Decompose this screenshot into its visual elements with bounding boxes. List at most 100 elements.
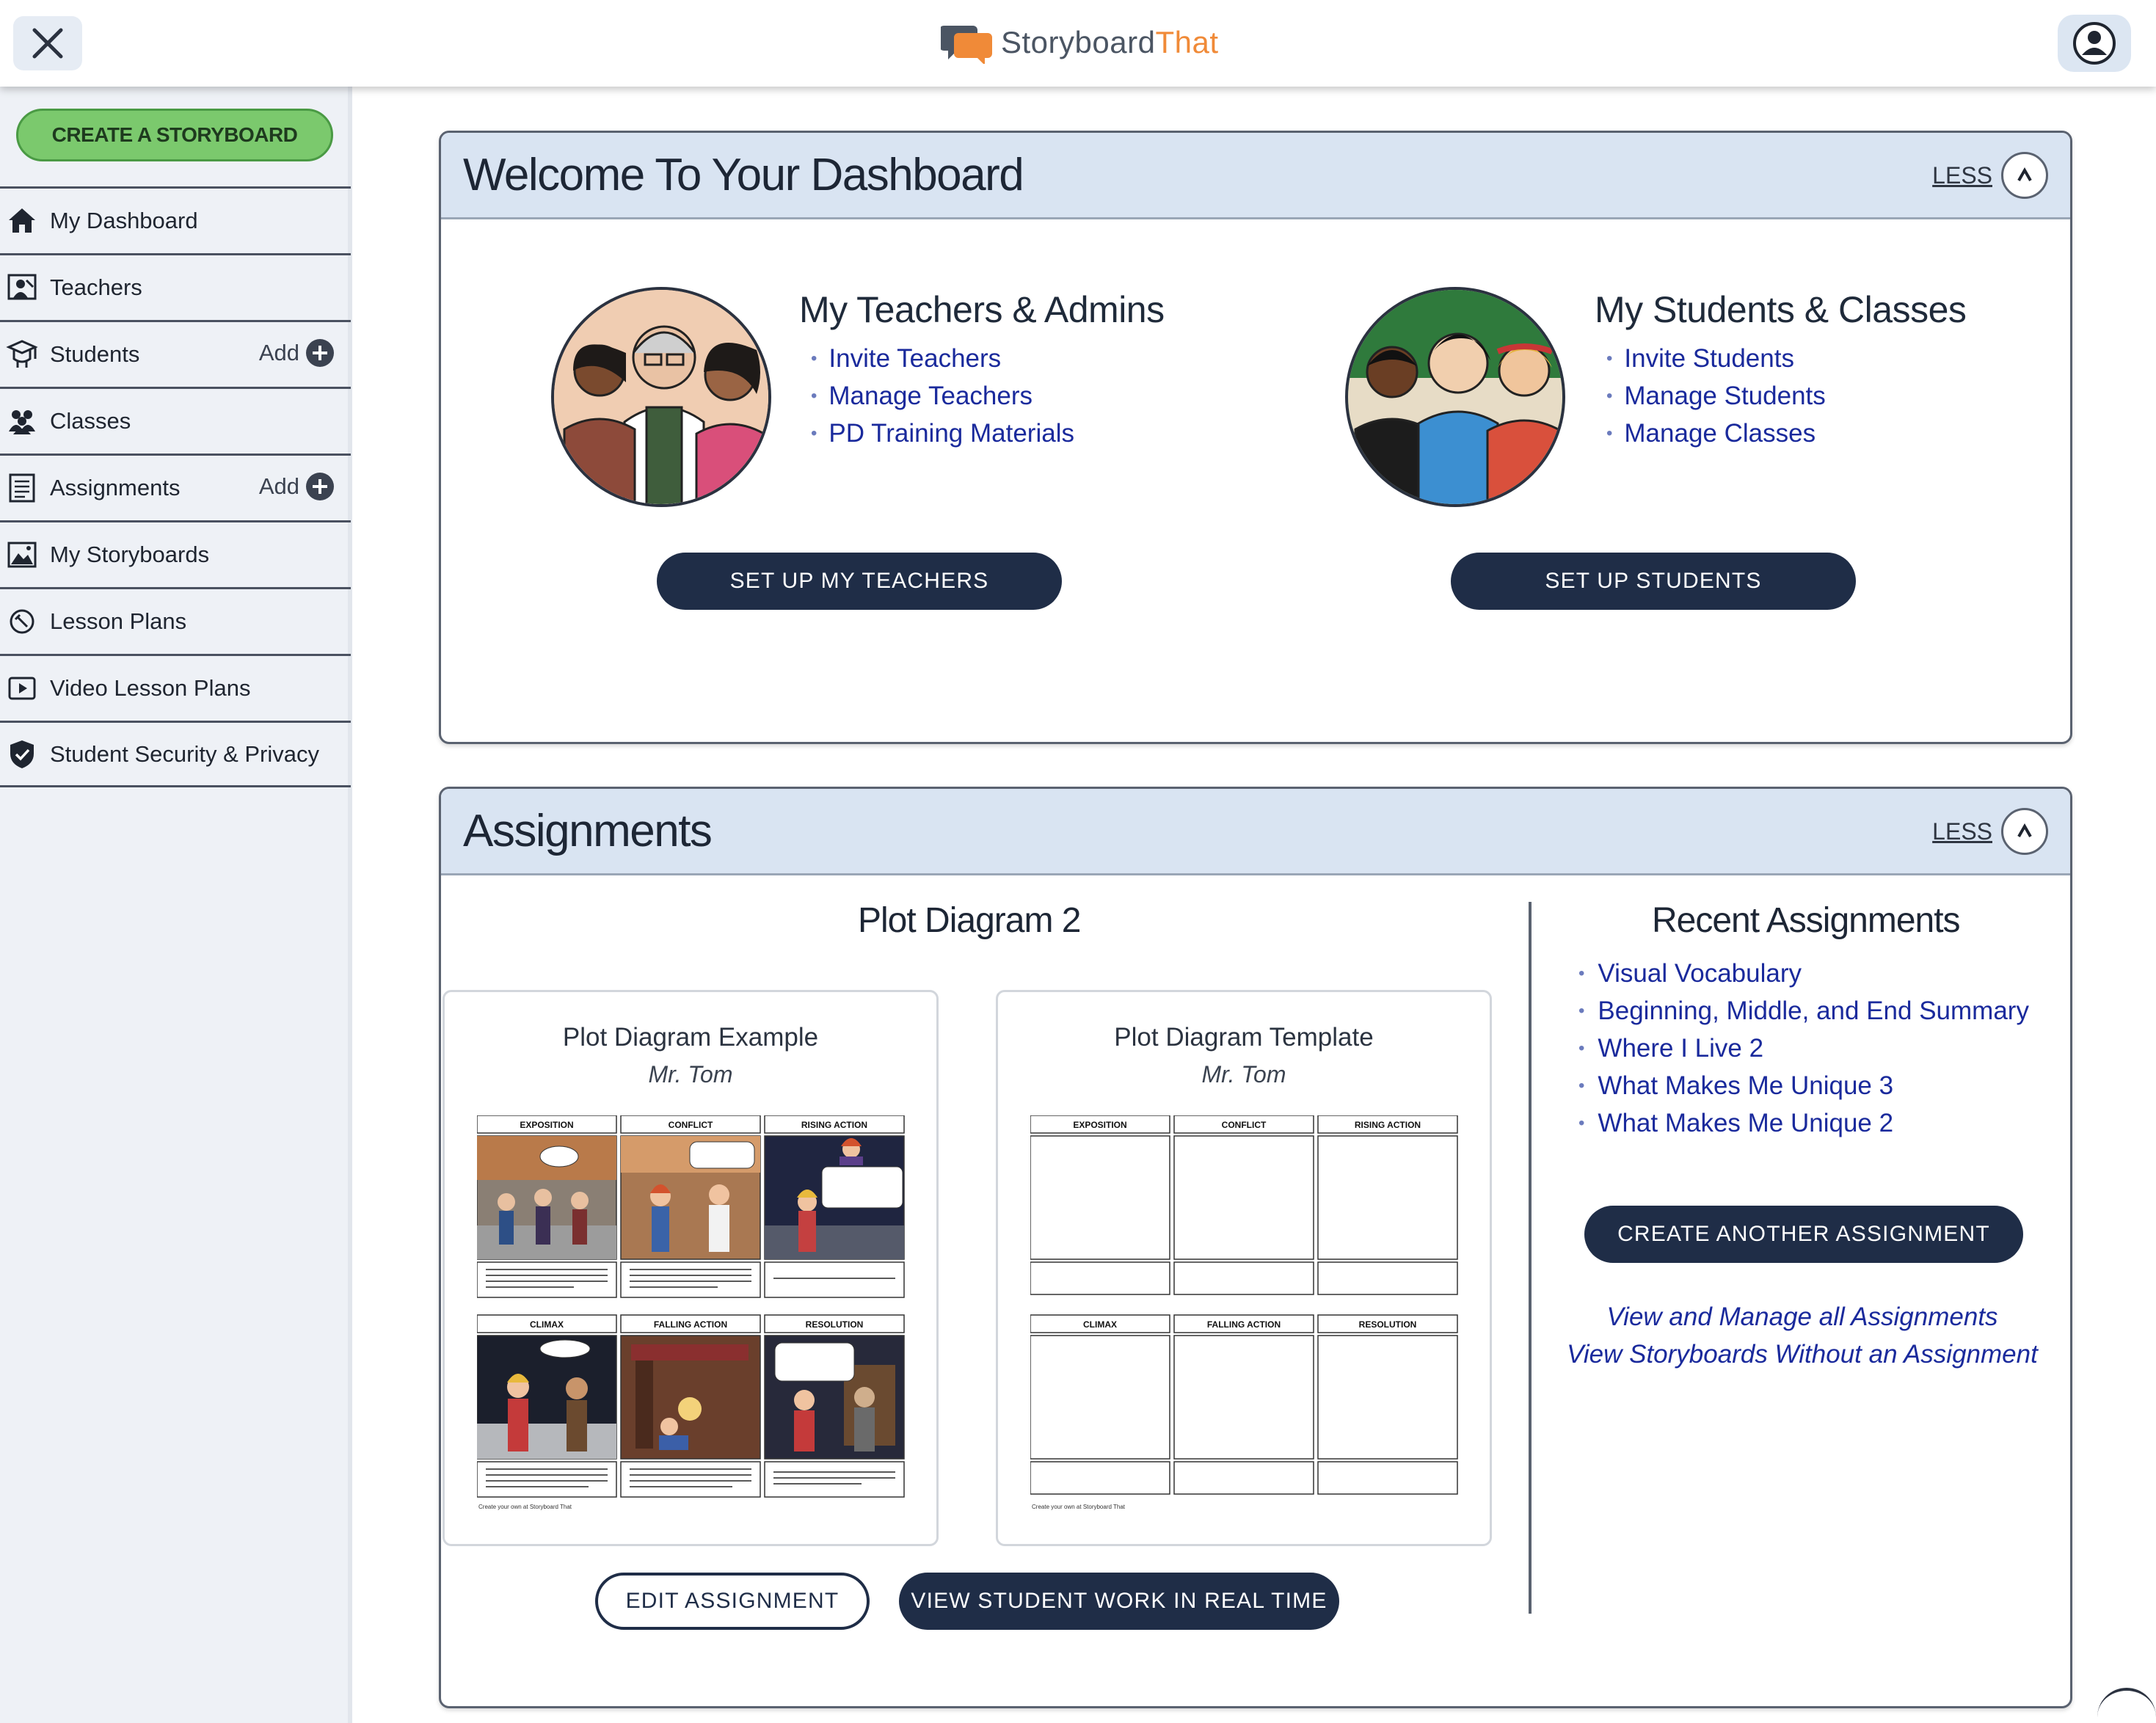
plot-diagram-example-card[interactable]: Plot Diagram Example Mr. Tom EXPOSITION …: [443, 990, 939, 1546]
welcome-collapse-toggle[interactable]: LESS: [1932, 152, 2048, 199]
manage-classes-link[interactable]: • Manage Classes: [1606, 415, 1826, 452]
logo-text: StoryboardThat: [1001, 25, 1219, 59]
assignments-panel-header: Assignments LESS: [441, 789, 2070, 875]
storyboard-image-icon: [6, 539, 38, 571]
bullet: •: [1606, 348, 1613, 368]
bullet: •: [1606, 385, 1613, 406]
bullet: •: [811, 348, 817, 368]
view-manage-all-assignments-link[interactable]: View and Manage all Assignments: [1542, 1303, 2063, 1332]
sidebar-item-classes[interactable]: Classes: [0, 387, 351, 453]
sidebar-item-my-dashboard[interactable]: My Dashboard: [0, 186, 351, 253]
teacher-icon: [6, 272, 38, 304]
recent-assignment-link[interactable]: • Visual Vocabulary: [1578, 955, 2029, 992]
create-storyboard-button[interactable]: CREATE A STORYBOARD: [16, 109, 333, 161]
card-author: Mr. Tom: [648, 1061, 733, 1088]
students-illustration: [1345, 287, 1565, 507]
storyboardthat-logo[interactable]: StoryboardThat: [941, 21, 1219, 65]
current-assignment-title: Plot Diagram 2: [858, 901, 1081, 940]
add-student-button[interactable]: Add: [259, 338, 335, 368]
sidebar: CREATE A STORYBOARD My Dashboard Teacher…: [0, 87, 352, 1723]
bullet: •: [1578, 1112, 1585, 1133]
create-another-assignment-button[interactable]: CREATE ANOTHER ASSIGNMENT: [1584, 1206, 2023, 1263]
less-label: LESS: [1932, 817, 1992, 845]
chevron-up-icon: [2001, 152, 2048, 199]
sb-header-conflict: CONFLICT: [1222, 1120, 1267, 1130]
sb-header-falling-action: FALLING ACTION: [1207, 1319, 1281, 1330]
close-icon: [32, 28, 63, 59]
sidebar-item-label: My Storyboards: [50, 542, 210, 567]
recent-assignments-title: Recent Assignments: [1652, 901, 1961, 940]
bullet: •: [1578, 1075, 1585, 1096]
sidebar-item-label: Students: [50, 341, 140, 367]
recent-assignment-link[interactable]: • Beginning, Middle, and End Summary: [1578, 992, 2029, 1030]
invite-students-link[interactable]: • Invite Students: [1606, 340, 1826, 377]
welcome-panel: Welcome To Your Dashboard LESS My Teache: [439, 131, 2072, 744]
sidebar-item-video-lesson-plans[interactable]: Video Lesson Plans: [0, 654, 351, 721]
example-storyboard-thumbnail: EXPOSITION CONFLICT RISING ACTION CLIMAX…: [477, 1115, 905, 1510]
sb-header-conflict: CONFLICT: [669, 1120, 713, 1130]
profile-button[interactable]: [2058, 15, 2131, 72]
add-assignment-button[interactable]: Add: [259, 472, 335, 501]
sb-header-resolution: RESOLUTION: [806, 1319, 864, 1330]
recent-assignments-list: • Visual Vocabulary • Beginning, Middle, a…: [1578, 955, 2029, 1142]
students-classes-title: My Students & Classes: [1595, 289, 1967, 330]
sidebar-item-label: Student Security & Privacy: [50, 740, 319, 767]
teachers-admins-title: My Teachers & Admins: [799, 289, 1165, 330]
sidebar-item-lesson-plans[interactable]: Lesson Plans: [0, 587, 351, 654]
students-links: • Invite Students • Manage Students • Manag…: [1606, 340, 1826, 452]
pd-training-materials-link[interactable]: • PD Training Materials: [811, 415, 1074, 452]
bullet: •: [1578, 1000, 1585, 1021]
set-up-students-button[interactable]: SET UP STUDENTS: [1451, 553, 1856, 610]
recent-assignment-link[interactable]: • What Makes Me Unique 3: [1578, 1067, 2029, 1104]
view-storyboards-without-assignment-link[interactable]: View Storyboards Without an Assignment: [1542, 1340, 2063, 1369]
manage-students-link[interactable]: • Manage Students: [1606, 377, 1826, 415]
edit-assignment-button[interactable]: EDIT ASSIGNMENT: [595, 1573, 870, 1630]
teachers-links: • Invite Teachers • Manage Teachers • PD Tr…: [811, 340, 1074, 452]
less-label: LESS: [1932, 161, 1992, 189]
sidebar-item-students[interactable]: Students Add: [0, 320, 351, 387]
sb-header-exposition: EXPOSITION: [520, 1120, 573, 1130]
plus-circle-icon: [306, 339, 334, 367]
sidebar-item-my-storyboards[interactable]: My Storyboards: [0, 520, 351, 587]
assignments-panel: Assignments LESS Plot Diagram 2 Plot Dia…: [439, 787, 2072, 1708]
invite-teachers-link[interactable]: • Invite Teachers: [811, 340, 1074, 377]
bullet: •: [1578, 963, 1585, 983]
bullet: •: [811, 385, 817, 406]
teachers-illustration: [551, 287, 771, 507]
assignments-divider: [1529, 902, 1532, 1614]
recent-assignment-link[interactable]: • Where I Live 2: [1578, 1030, 2029, 1067]
speech-bubbles-logo-icon: [941, 26, 992, 64]
bottom-right-partial-widget: [2097, 1688, 2156, 1723]
card-title: Plot Diagram Example: [562, 1023, 819, 1052]
manage-teachers-link[interactable]: • Manage Teachers: [811, 377, 1074, 415]
sb-header-climax: CLIMAX: [1083, 1319, 1117, 1330]
sidebar-item-label: Lesson Plans: [50, 608, 187, 634]
view-student-work-button[interactable]: VIEW STUDENT WORK IN REAL TIME: [899, 1573, 1339, 1630]
assignment-icon: [6, 472, 38, 504]
recent-assignment-link[interactable]: • What Makes Me Unique 2: [1578, 1104, 2029, 1142]
classes-icon: [6, 405, 38, 437]
close-button[interactable]: [13, 16, 82, 70]
plus-circle-icon: [306, 473, 334, 500]
home-icon: [6, 205, 38, 237]
lesson-plan-icon: [6, 605, 38, 638]
card-author: Mr. Tom: [1201, 1061, 1286, 1088]
sb-header-falling-action: FALLING ACTION: [654, 1319, 727, 1330]
add-label: Add: [258, 473, 299, 499]
sidebar-item-student-security-privacy[interactable]: Student Security & Privacy: [0, 721, 351, 787]
bullet: •: [1606, 423, 1613, 443]
sidebar-item-label: Video Lesson Plans: [50, 675, 251, 701]
sidebar-item-teachers[interactable]: Teachers: [0, 253, 351, 320]
sb-footer: Create your own at Storyboard That: [478, 1504, 572, 1510]
sidebar-item-assignments[interactable]: Assignments Add: [0, 453, 351, 520]
shield-icon: [6, 738, 38, 771]
video-icon: [6, 672, 38, 704]
assignments-collapse-toggle[interactable]: LESS: [1932, 808, 2048, 855]
sb-footer: Create your own at Storyboard That: [1032, 1504, 1126, 1510]
plot-diagram-template-card[interactable]: Plot Diagram Template Mr. Tom EXPOSITION…: [996, 990, 1492, 1546]
sb-header-climax: CLIMAX: [530, 1319, 564, 1330]
student-icon: [6, 338, 38, 371]
sidebar-item-label: My Dashboard: [50, 208, 198, 233]
set-up-teachers-button[interactable]: SET UP MY TEACHERS: [657, 553, 1062, 610]
sidebar-nav: My Dashboard Teachers Students Add Class…: [0, 186, 351, 787]
